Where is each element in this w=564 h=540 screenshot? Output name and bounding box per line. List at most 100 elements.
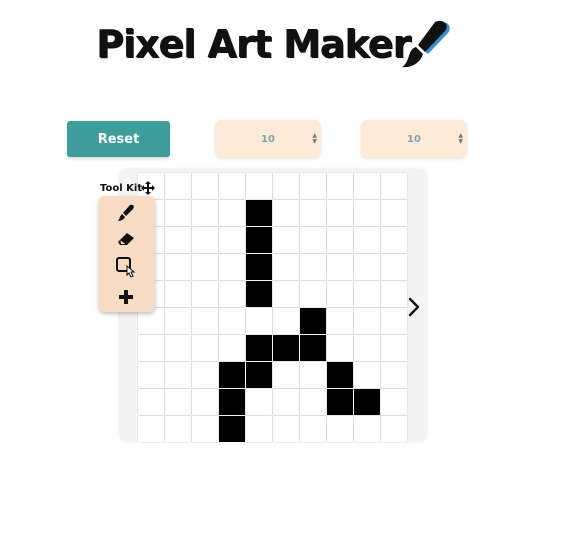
pixel-cell[interactable] xyxy=(192,416,218,442)
pixel-cell[interactable] xyxy=(327,416,353,442)
pixel-cell[interactable] xyxy=(219,227,245,253)
pixel-cell[interactable] xyxy=(219,389,245,415)
add-tool-button[interactable] xyxy=(115,286,137,308)
pixel-cell[interactable] xyxy=(246,254,272,280)
pixel-cell[interactable] xyxy=(165,416,191,442)
pixel-cell[interactable] xyxy=(219,173,245,199)
pixel-cell[interactable] xyxy=(273,200,299,226)
pixel-cell[interactable] xyxy=(300,227,326,253)
pixel-cell[interactable] xyxy=(192,173,218,199)
pixel-cell[interactable] xyxy=(192,335,218,361)
pixel-cell[interactable] xyxy=(165,227,191,253)
pixel-cell[interactable] xyxy=(219,362,245,388)
brush-tool-button[interactable] xyxy=(115,202,137,224)
pixel-cell[interactable] xyxy=(165,308,191,334)
pixel-cell[interactable] xyxy=(381,416,407,442)
chevron-right-icon[interactable] xyxy=(407,297,421,317)
pixel-cell[interactable] xyxy=(219,308,245,334)
pixel-cell[interactable] xyxy=(327,362,353,388)
pixel-cell[interactable] xyxy=(273,173,299,199)
pixel-cell[interactable] xyxy=(381,200,407,226)
pixel-cell[interactable] xyxy=(273,227,299,253)
pixel-cell[interactable] xyxy=(381,254,407,280)
pixel-cell[interactable] xyxy=(273,416,299,442)
pixel-cell[interactable] xyxy=(273,308,299,334)
pixel-cell[interactable] xyxy=(354,308,380,334)
pixel-cell[interactable] xyxy=(354,227,380,253)
pixel-cell[interactable] xyxy=(192,362,218,388)
pixel-cell[interactable] xyxy=(219,416,245,442)
pixel-cell[interactable] xyxy=(273,281,299,307)
pixel-cell[interactable] xyxy=(354,335,380,361)
pixel-cell[interactable] xyxy=(138,416,164,442)
pixel-cell[interactable] xyxy=(165,200,191,226)
pixel-cell[interactable] xyxy=(327,254,353,280)
pixel-cell[interactable] xyxy=(219,254,245,280)
pixel-cell[interactable] xyxy=(219,335,245,361)
pixel-cell[interactable] xyxy=(327,389,353,415)
pixel-cell[interactable] xyxy=(192,281,218,307)
pixel-cell[interactable] xyxy=(192,254,218,280)
pixel-cell[interactable] xyxy=(246,173,272,199)
pixel-cell[interactable] xyxy=(246,308,272,334)
pixel-cell[interactable] xyxy=(354,254,380,280)
pixel-cell[interactable] xyxy=(327,227,353,253)
pixel-cell[interactable] xyxy=(165,281,191,307)
pixel-cell[interactable] xyxy=(300,200,326,226)
pixel-cell[interactable] xyxy=(138,335,164,361)
pixel-cell[interactable] xyxy=(327,335,353,361)
pixel-cell[interactable] xyxy=(246,200,272,226)
pixel-cell[interactable] xyxy=(381,389,407,415)
pixel-cell[interactable] xyxy=(192,308,218,334)
pixel-cell[interactable] xyxy=(381,281,407,307)
pixel-cell[interactable] xyxy=(354,416,380,442)
pixel-cell[interactable] xyxy=(300,173,326,199)
pixel-cell[interactable] xyxy=(327,200,353,226)
pixel-cell[interactable] xyxy=(273,254,299,280)
pixel-cell[interactable] xyxy=(381,362,407,388)
pixel-cell[interactable] xyxy=(138,389,164,415)
rectangle-tool-button[interactable] xyxy=(115,256,137,278)
pixel-cell[interactable] xyxy=(354,362,380,388)
pixel-cell[interactable] xyxy=(138,362,164,388)
pixel-cell[interactable] xyxy=(327,308,353,334)
spinner-arrows-icon[interactable]: ▲ ▼ xyxy=(312,133,317,145)
pixel-cell[interactable] xyxy=(246,227,272,253)
pixel-cell[interactable] xyxy=(192,200,218,226)
pixel-cell[interactable] xyxy=(165,335,191,361)
pixel-cell[interactable] xyxy=(273,335,299,361)
pixel-cell[interactable] xyxy=(354,200,380,226)
spinner-arrows-icon[interactable]: ▲ ▼ xyxy=(458,133,463,145)
pixel-grid[interactable] xyxy=(138,173,407,442)
pixel-cell[interactable] xyxy=(246,416,272,442)
pixel-cell[interactable] xyxy=(327,173,353,199)
pixel-cell[interactable] xyxy=(381,335,407,361)
pixel-cell[interactable] xyxy=(300,281,326,307)
pixel-cell[interactable] xyxy=(300,389,326,415)
pixel-cell[interactable] xyxy=(219,200,245,226)
pixel-cell[interactable] xyxy=(273,389,299,415)
pixel-cell[interactable] xyxy=(192,227,218,253)
pixel-cell[interactable] xyxy=(273,362,299,388)
pixel-cell[interactable] xyxy=(246,389,272,415)
pixel-cell[interactable] xyxy=(165,173,191,199)
pixel-cell[interactable] xyxy=(165,389,191,415)
pixel-cell[interactable] xyxy=(165,362,191,388)
pixel-cell[interactable] xyxy=(354,281,380,307)
pixel-cell[interactable] xyxy=(327,281,353,307)
columns-input[interactable]: 10 ▲ ▼ xyxy=(361,120,467,158)
pixel-cell[interactable] xyxy=(381,173,407,199)
reset-button[interactable]: Reset xyxy=(67,121,170,157)
pixel-cell[interactable] xyxy=(381,227,407,253)
pixel-cell[interactable] xyxy=(246,281,272,307)
move-arrows-icon[interactable] xyxy=(141,181,155,195)
pixel-cell[interactable] xyxy=(300,416,326,442)
pixel-cell[interactable] xyxy=(246,362,272,388)
pixel-cell[interactable] xyxy=(165,254,191,280)
pixel-cell[interactable] xyxy=(354,389,380,415)
pixel-cell[interactable] xyxy=(192,389,218,415)
pixel-cell[interactable] xyxy=(300,362,326,388)
rows-input[interactable]: 10 ▲ ▼ xyxy=(215,120,321,158)
toolkit-header[interactable]: Tool Kit xyxy=(100,181,160,195)
pixel-cell[interactable] xyxy=(300,335,326,361)
